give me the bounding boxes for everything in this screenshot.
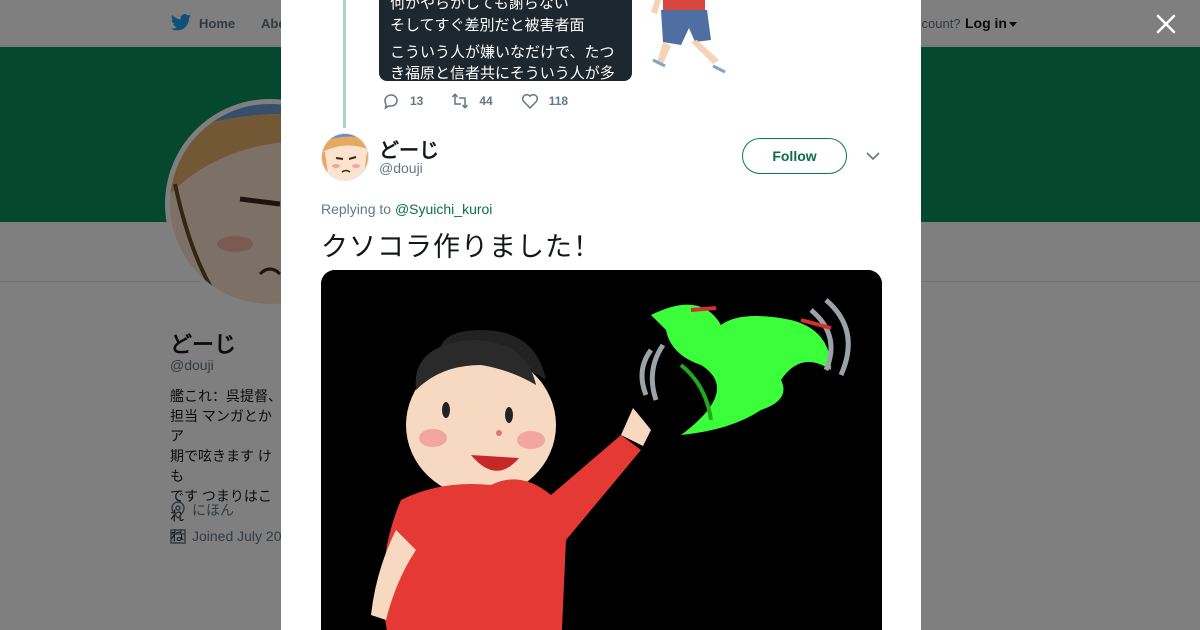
thread-connector [343, 0, 346, 128]
replying-to-link[interactable]: @Syuichi_kuroi [395, 201, 492, 217]
parent-tweet-image-figure[interactable] [633, 0, 753, 80]
reply-icon [384, 94, 398, 110]
avatar-illustration [322, 134, 368, 180]
image-text-line: そしてすぐ差別だと被害者面 [390, 17, 585, 34]
parent-tweet-actions: 13 44 118 [382, 92, 596, 110]
reply-action[interactable]: 13 [382, 92, 423, 110]
close-button[interactable] [1152, 10, 1180, 38]
chevron-down-icon[interactable] [865, 148, 881, 164]
replying-to: Replying to @Syuichi_kuroi [321, 201, 492, 217]
tweet-text: クソコラ作りました！ [321, 232, 601, 263]
author-name[interactable]: どーじ [379, 134, 439, 163]
tweet-modal: 何かやらかしても謝らない そしてすぐ差別だと被害者面 こういう人が嫌いなだけで、… [281, 0, 921, 630]
image-text-line: き福原と信者共にそういう人が多 [390, 65, 615, 81]
author-avatar[interactable] [321, 133, 369, 181]
retweet-icon [452, 93, 469, 109]
follow-button[interactable]: Follow [742, 138, 847, 174]
retweet-action[interactable]: 44 [451, 92, 493, 110]
like-count: 118 [548, 94, 569, 108]
image-text-line: こういう人が嫌いなだけで、たつ [390, 44, 615, 61]
reply-count: 13 [410, 94, 424, 108]
media-illustration [321, 270, 882, 630]
like-icon [521, 93, 538, 110]
close-icon [1156, 14, 1176, 34]
tweet-media-image[interactable] [321, 270, 882, 630]
like-action[interactable]: 118 [521, 92, 568, 110]
parent-tweet-image[interactable]: 何かやらかしても謝らない そしてすぐ差別だと被害者面 こういう人が嫌いなだけで、… [379, 0, 632, 81]
retweet-count: 44 [479, 94, 493, 108]
author-handle[interactable]: @douji [379, 160, 423, 176]
image-text-line: 何かやらかしても謝らない [390, 0, 569, 12]
replying-prefix: Replying to [321, 201, 395, 217]
